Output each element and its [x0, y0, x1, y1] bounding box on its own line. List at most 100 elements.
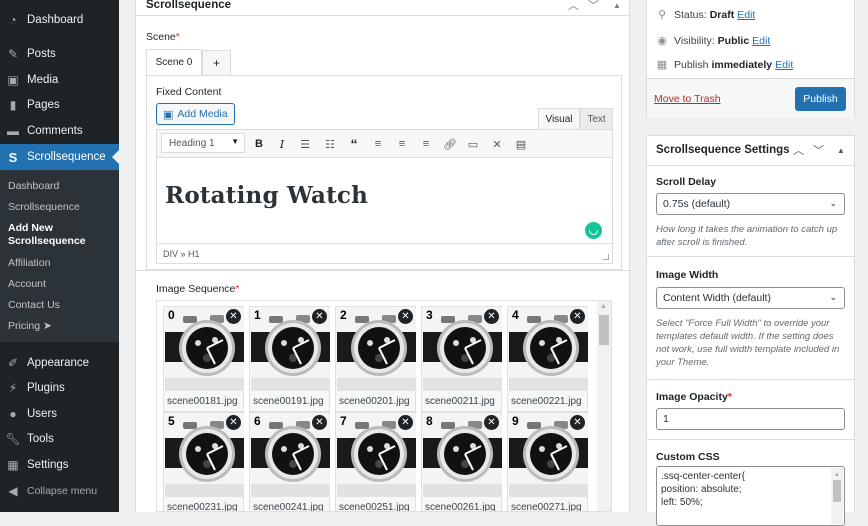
move-up-icon[interactable]: ︿ [793, 142, 804, 158]
editor-toolbar: Heading 1 ▼ B I ☰ ☷ “ ≡ ≡ ≡ 🔗︎ ▭ ✕ ▤ [157, 130, 612, 158]
image-thumbnail[interactable]: 2 ✕ scene00201.jpg [335, 306, 416, 412]
align-left-icon[interactable]: ≡ [369, 135, 387, 153]
submenu-add-new[interactable]: Add New Scrollsequence [8, 222, 88, 248]
submenu-dashboard[interactable]: Dashboard [8, 180, 59, 193]
submenu-pricing[interactable]: Pricing ➤ [8, 320, 52, 333]
sidebar-item-pages[interactable]: ▮ Pages [0, 92, 119, 118]
scene-label: Scene* [146, 31, 180, 43]
image-thumbnail[interactable]: 8 ✕ scene00261.jpg [421, 412, 502, 511]
remove-image-icon[interactable]: ✕ [312, 415, 327, 430]
edit-schedule-link[interactable]: Edit [775, 59, 793, 71]
frame-index: 4 [512, 308, 519, 322]
collapse-toggle-icon[interactable]: ▲ [613, 1, 621, 10]
remove-image-icon[interactable]: ✕ [398, 415, 413, 430]
tab-scene-0[interactable]: Scene 0 [146, 49, 202, 75]
edit-status-link[interactable]: Edit [737, 9, 755, 21]
remove-image-icon[interactable]: ✕ [570, 309, 585, 324]
custom-css-textarea[interactable]: .ssq-center-center{ position: absolute; … [656, 466, 845, 526]
remove-image-icon[interactable]: ✕ [312, 309, 327, 324]
sidebar-item-label: Media [27, 74, 59, 86]
image-thumbnail[interactable]: 5 ✕ scene00231.jpg [163, 412, 244, 511]
sidebar-item-settings[interactable]: ▦ Settings [0, 452, 119, 478]
image-thumbnail[interactable]: 6 ✕ scene00241.jpg [249, 412, 330, 511]
sidebar-item-users[interactable]: ● Users [0, 401, 119, 427]
frame-index: 1 [254, 308, 261, 322]
image-thumbnail[interactable]: 1 ✕ scene00191.jpg [249, 306, 330, 412]
image-thumbnail[interactable]: 3 ✕ scene00211.jpg [421, 306, 502, 412]
scroll-delay-select[interactable]: 0.75s (default) ⌄ [656, 193, 845, 215]
move-down-icon[interactable]: ﹀ [813, 142, 824, 158]
format-select[interactable]: Heading 1 ▼ [161, 133, 245, 153]
bold-icon[interactable]: B [250, 135, 268, 153]
content-heading[interactable]: Rotating Watch [165, 182, 368, 209]
scroll-up-icon[interactable]: ▲ [600, 303, 607, 310]
submenu: Dashboard Scrollsequence Add New Scrolls… [0, 170, 119, 342]
sidebar-item-scrollsequence[interactable]: S Scrollsequence [0, 144, 119, 170]
tab-text[interactable]: Text [580, 108, 613, 129]
remove-image-icon[interactable]: ✕ [226, 415, 241, 430]
editor-statusbar: DIV » H1 [157, 243, 612, 263]
move-to-trash-link[interactable]: Move to Trash [654, 93, 721, 105]
italic-icon[interactable]: I [273, 135, 291, 153]
scrollsequence-icon: S [8, 149, 18, 165]
link-icon[interactable]: 🔗︎ [441, 135, 459, 153]
scroll-delay-value: 0.75s (default) [663, 198, 731, 210]
sidebar-item-tools[interactable]: 🔧︎ Tools [0, 426, 119, 452]
move-up-icon[interactable]: ︿ [568, 0, 579, 13]
move-down-icon[interactable]: ﹀ [588, 0, 599, 13]
add-media-button[interactable]: ▣ Add Media [156, 103, 235, 125]
editor-content[interactable]: Rotating Watch [157, 158, 612, 243]
add-scene-tab[interactable]: + [202, 50, 231, 75]
bullet-list-icon[interactable]: ☰ [296, 135, 314, 153]
remove-image-icon[interactable]: ✕ [570, 415, 585, 430]
collapse-menu-button[interactable]: ◀ Collapse menu [0, 478, 119, 504]
align-right-icon[interactable]: ≡ [417, 135, 435, 153]
section-divider [136, 270, 631, 271]
element-path: DIV » H1 [163, 248, 200, 259]
submenu-scrollsequence[interactable]: Scrollsequence [8, 201, 80, 214]
css-line: position: absolute; [661, 484, 742, 495]
numbered-list-icon[interactable]: ☷ [321, 135, 339, 153]
add-media-label: Add Media [177, 108, 228, 120]
tab-visual[interactable]: Visual [538, 108, 580, 129]
submenu-account[interactable]: Account [8, 278, 46, 291]
read-more-icon[interactable]: ▭ [464, 135, 482, 153]
image-width-select[interactable]: Content Width (default) ⌄ [656, 287, 845, 309]
image-filename: scene00211.jpg [425, 396, 495, 407]
image-thumbnail[interactable]: 0 ✕ scene00181.jpg [163, 306, 244, 412]
edit-visibility-link[interactable]: Edit [752, 35, 770, 47]
remove-image-icon[interactable]: ✕ [398, 309, 413, 324]
css-scrollbar[interactable]: ▲ [831, 468, 843, 524]
sidebar-item-posts[interactable]: ✎ Posts [0, 41, 119, 67]
collapse-toggle-icon[interactable]: ▲ [837, 146, 845, 155]
image-filename: scene00271.jpg [511, 502, 582, 512]
toolbar-toggle-icon[interactable]: ▤ [512, 135, 530, 153]
resize-handle-icon[interactable] [603, 254, 609, 260]
align-center-icon[interactable]: ≡ [393, 135, 411, 153]
scrollbar-thumb[interactable] [599, 315, 609, 345]
scroll-delay-description: How long it takes the animation to catch… [656, 224, 838, 248]
image-thumbnail[interactable]: 9 ✕ scene00271.jpg [507, 412, 588, 512]
image-filename: scene00181.jpg [167, 396, 238, 407]
remove-image-icon[interactable]: ✕ [484, 309, 499, 324]
remove-image-icon[interactable]: ✕ [226, 309, 241, 324]
image-thumbnail[interactable]: 7 ✕ scene00251.jpg [335, 412, 416, 511]
grammarly-icon[interactable] [585, 222, 602, 239]
sidebar-item-media[interactable]: ▣ Media [0, 67, 119, 93]
image-thumbnail[interactable]: 4 ✕ scene00221.jpg [507, 306, 588, 412]
sidebar-item-plugins[interactable]: ⚡ Plugins [0, 375, 119, 401]
publish-button[interactable]: Publish [795, 87, 846, 111]
fullscreen-icon[interactable]: ✕ [488, 135, 506, 153]
sidebar-item-dashboard[interactable]: ◔ Dashboard [0, 7, 119, 33]
sidebar-item-comments[interactable]: ▬ Comments [0, 118, 119, 144]
sequence-scrollbar[interactable]: ▲ [597, 301, 611, 511]
chevron-down-icon: ⌄ [829, 198, 837, 208]
frame-index: 0 [168, 308, 175, 322]
scrollbar-thumb[interactable] [833, 480, 841, 502]
image-opacity-input[interactable]: 1 [656, 408, 845, 430]
sidebar-item-appearance[interactable]: ✐ Appearance [0, 350, 119, 376]
submenu-affiliation[interactable]: Affiliation [8, 257, 50, 270]
remove-image-icon[interactable]: ✕ [484, 415, 499, 430]
blockquote-icon[interactable]: “ [345, 135, 363, 153]
submenu-contact-us[interactable]: Contact Us [8, 299, 60, 312]
